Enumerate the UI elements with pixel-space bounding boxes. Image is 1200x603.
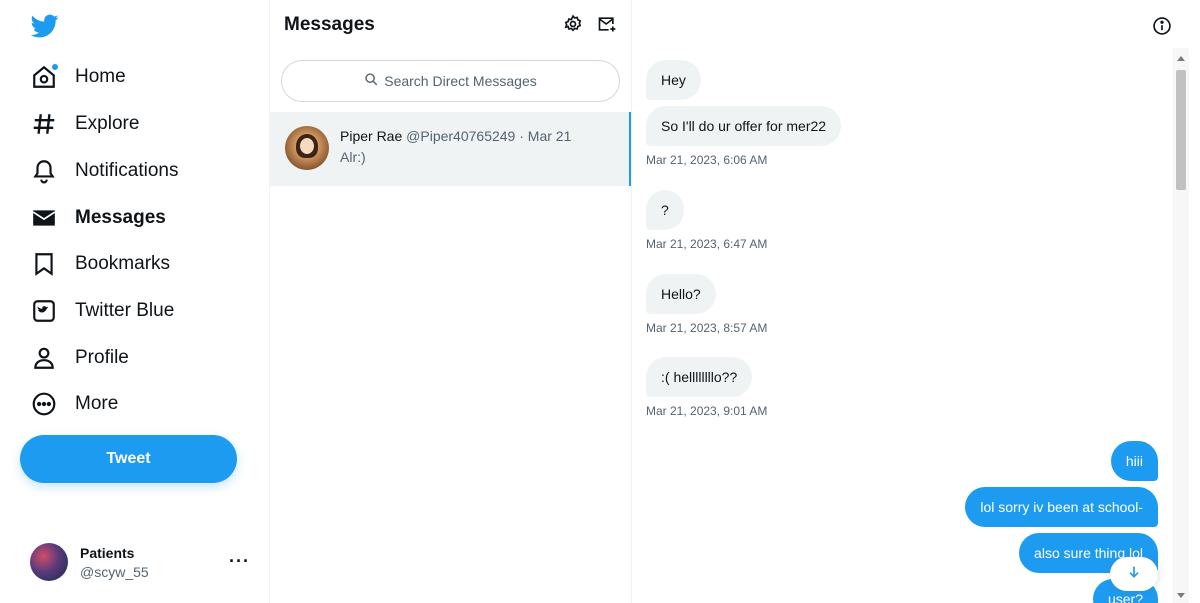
messages-list-pane: Messages Search Direct Messages Piper Ra… bbox=[270, 0, 632, 603]
message-bubble-sent[interactable]: lol sorry iv been at school- bbox=[965, 487, 1158, 527]
nav-label-more: More bbox=[75, 393, 119, 414]
nav-item-profile[interactable]: Profile bbox=[30, 338, 129, 378]
person-icon bbox=[30, 344, 58, 372]
arrow-down-icon bbox=[1126, 564, 1142, 585]
home-icon bbox=[30, 63, 59, 91]
nav-label-bookmarks: Bookmarks bbox=[75, 253, 171, 274]
message-bubble-received[interactable]: Hey bbox=[646, 60, 701, 100]
nav-item-more[interactable]: More bbox=[30, 384, 118, 424]
tweet-button[interactable]: Tweet bbox=[20, 435, 237, 483]
settings-gear-icon[interactable] bbox=[563, 14, 585, 36]
scrollbar[interactable] bbox=[1173, 48, 1189, 603]
hashtag-icon bbox=[30, 110, 58, 138]
search-placeholder: Search Direct Messages bbox=[384, 73, 537, 89]
message-bubble-received[interactable]: Hello? bbox=[646, 274, 716, 314]
nav-label-messages: Messages bbox=[75, 207, 166, 228]
search-icon bbox=[364, 72, 378, 91]
account-handle: @scyw_55 bbox=[80, 563, 149, 580]
nav-item-twitter-blue[interactable]: Twitter Blue bbox=[30, 291, 174, 331]
conversation-name: Piper Rae bbox=[340, 128, 403, 144]
nav-label-notifications: Notifications bbox=[75, 160, 179, 181]
nav-label-profile: Profile bbox=[75, 347, 129, 368]
message-bubble-received[interactable]: :( hellllllllo?? bbox=[646, 357, 753, 397]
more-circle-icon bbox=[30, 390, 58, 418]
nav-item-notifications[interactable]: Notifications bbox=[30, 151, 179, 191]
nav-label-home: Home bbox=[75, 66, 126, 87]
account-more-icon[interactable]: ··· bbox=[229, 551, 250, 572]
scrollbar-thumb[interactable] bbox=[1176, 70, 1186, 190]
conversation-preview: Alr:) bbox=[340, 149, 366, 165]
twitter-logo-icon[interactable] bbox=[30, 12, 60, 40]
search-input[interactable]: Search Direct Messages bbox=[281, 60, 620, 102]
avatar bbox=[285, 126, 329, 170]
avatar bbox=[30, 543, 68, 581]
info-icon[interactable] bbox=[1152, 16, 1172, 36]
nav-label-twitter-blue: Twitter Blue bbox=[75, 300, 175, 321]
sidebar-nav: Home Explore Notifications Messages Book… bbox=[0, 0, 270, 603]
bell-icon bbox=[30, 157, 58, 185]
nav-item-home[interactable]: Home bbox=[30, 57, 126, 97]
conversation-meta: @Piper40765249 · Mar 21 bbox=[406, 128, 572, 144]
new-message-icon[interactable] bbox=[597, 14, 619, 36]
twitter-blue-icon bbox=[30, 297, 58, 325]
message-timestamp: Mar 21, 2023, 6:06 AM bbox=[646, 153, 768, 167]
scroll-up-arrow-icon[interactable] bbox=[1177, 56, 1185, 61]
scroll-to-bottom-button[interactable] bbox=[1110, 557, 1158, 591]
account-name: Patients bbox=[80, 544, 135, 561]
conversation-pane: Hey So I'll do ur offer for mer22 Mar 21… bbox=[632, 0, 1200, 603]
scroll-down-arrow-icon[interactable] bbox=[1177, 593, 1185, 598]
notification-dot bbox=[51, 63, 59, 71]
message-timestamp: Mar 21, 2023, 8:57 AM bbox=[646, 321, 768, 335]
nav-item-explore[interactable]: Explore bbox=[30, 104, 139, 144]
nav-item-bookmarks[interactable]: Bookmarks bbox=[30, 244, 170, 284]
message-timestamp: Mar 21, 2023, 9:01 AM bbox=[646, 404, 768, 418]
envelope-icon bbox=[30, 204, 58, 232]
message-timestamp: Mar 21, 2023, 6:47 AM bbox=[646, 237, 768, 251]
message-bubble-sent[interactable]: hiii bbox=[1110, 441, 1158, 481]
message-bubble-received[interactable]: ? bbox=[646, 190, 684, 230]
page-title: Messages bbox=[284, 14, 375, 35]
conversation-item[interactable]: Piper Rae @Piper40765249 · Mar 21 Alr:) bbox=[270, 112, 631, 186]
nav-label-explore: Explore bbox=[75, 113, 140, 134]
bookmark-icon bbox=[30, 250, 58, 278]
nav-item-messages[interactable]: Messages bbox=[30, 198, 166, 238]
account-switcher[interactable]: Patients @scyw_55 ··· bbox=[30, 540, 260, 584]
message-bubble-received[interactable]: So I'll do ur offer for mer22 bbox=[646, 106, 842, 146]
